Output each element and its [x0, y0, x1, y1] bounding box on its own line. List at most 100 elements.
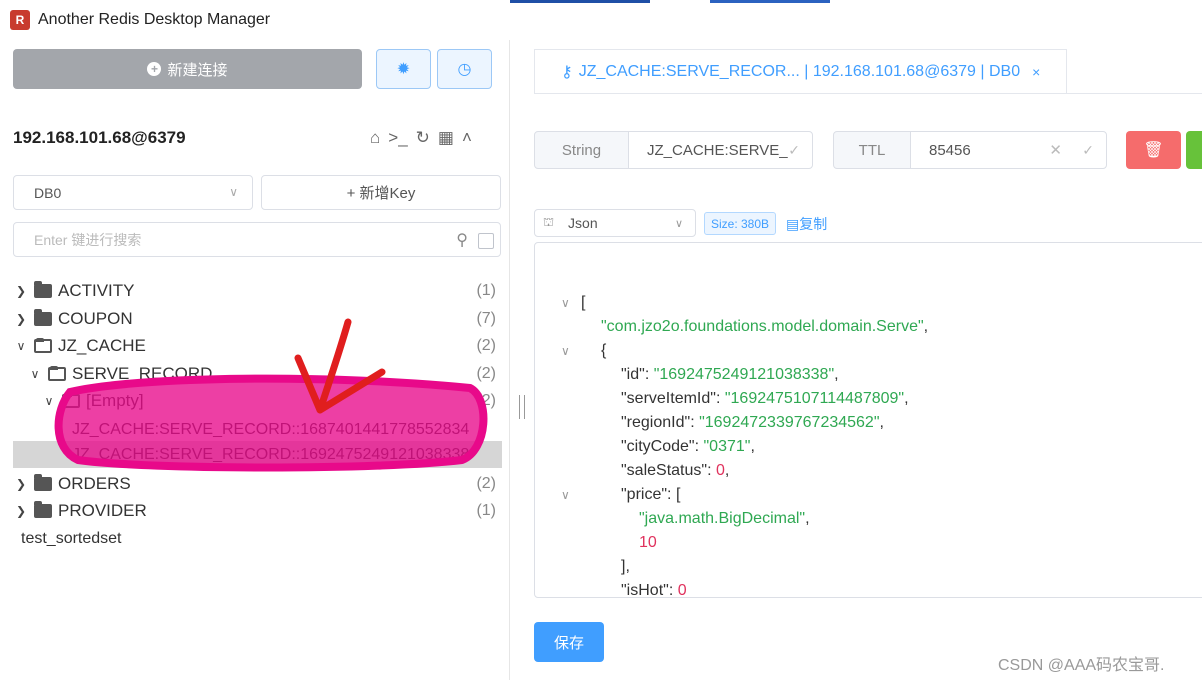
ttl-value: 85456	[929, 141, 971, 159]
db-select[interactable]: DB0 ∨	[13, 175, 253, 210]
tree-count: (1)	[476, 501, 496, 519]
save-button[interactable]: 保存	[534, 622, 604, 662]
tab-label: JZ_CACHE:SERVE_RECOR... | 192.168.101.68…	[578, 63, 1021, 80]
ttl-label: TTL	[833, 131, 911, 169]
code-line: "saleStatus": 0,	[621, 462, 730, 479]
sitemap-icon: ⛫	[543, 215, 555, 229]
code-line: "id": "1692475249121038338",	[621, 366, 839, 383]
ttl-input[interactable]: 85456 ✕ ✓	[910, 131, 1107, 169]
exact-search-checkbox[interactable]	[478, 233, 494, 249]
clear-icon[interactable]: ✕	[1049, 141, 1062, 159]
watermark: CSDN @AAA码农宝哥.	[998, 657, 1165, 674]
new-connection-button[interactable]: + 新建连接	[13, 49, 362, 89]
folder-icon	[34, 473, 52, 491]
background-strip	[510, 0, 650, 3]
code-line: ∨ "price": [	[561, 483, 680, 507]
refresh-icon[interactable]: ↻	[416, 128, 430, 148]
check-icon[interactable]: ✓	[1082, 142, 1094, 159]
tab-key-detail[interactable]: ⚷ JZ_CACHE:SERVE_RECOR... | 192.168.101.…	[534, 49, 1067, 94]
tree-label: JZ_CACHE	[58, 335, 146, 355]
tree-label: JZ_CACHE:SERVE_RECORD::16924752491210383…	[72, 445, 470, 463]
folder-open-icon	[34, 337, 52, 353]
app-logo-icon: R	[10, 10, 30, 30]
tree-folder-jz-cache[interactable]: ∨ JZ_CACHE (2)	[0, 332, 502, 359]
format-select[interactable]: ⛫ Json ∨	[534, 209, 696, 237]
code-line: "com.jzo2o.foundations.model.domain.Serv…	[601, 318, 929, 335]
code-line: "isHot": 0	[621, 582, 687, 598]
sidebar: + 新建连接 ✹ ◷ 192.168.101.68@6379 ⌂ >_ ↻ ▦ …	[0, 40, 510, 680]
tree-folder-serve-record[interactable]: ∨ SERVE_RECORD (2)	[0, 360, 502, 387]
tree-folder-coupon[interactable]: ❯ COUPON (7)	[0, 305, 502, 332]
connection-name[interactable]: 192.168.101.68@6379	[13, 128, 186, 148]
key-name-input[interactable]: JZ_CACHE:SERVE_ ✓	[628, 131, 813, 169]
home-icon[interactable]: ⌂	[370, 128, 380, 148]
delete-key-button[interactable]: 🗑	[1126, 131, 1181, 169]
chevron-down-icon: ∨	[16, 338, 26, 353]
folder-open-icon	[48, 365, 66, 381]
fold-icon[interactable]: ∨	[561, 291, 570, 315]
history-button[interactable]: ◷	[437, 49, 492, 89]
grid-icon[interactable]: ▦	[438, 128, 454, 148]
chevron-right-icon: ❯	[15, 283, 27, 298]
code-line: "cityCode": "0371",	[621, 438, 755, 455]
key-name-value: JZ_CACHE:SERVE_	[647, 141, 788, 159]
title-bar: R Another Redis Desktop Manager	[0, 0, 1202, 40]
refresh-key-button[interactable]	[1186, 131, 1202, 169]
chevron-down-icon: ∨	[30, 366, 40, 381]
check-icon[interactable]: ✓	[788, 142, 800, 159]
code-line: ∨ {	[561, 339, 606, 363]
new-connection-label: 新建连接	[167, 61, 228, 79]
key-search-input[interactable]: Enter 键进行搜索 ⚲	[13, 222, 501, 257]
tree-label: test_sortedset	[21, 529, 122, 547]
copy-label: 复制	[799, 216, 828, 232]
chevron-right-icon: ❯	[15, 311, 27, 326]
key-icon: ⚷	[561, 64, 573, 81]
code-line: ],	[621, 558, 630, 575]
plus-circle-icon: +	[147, 62, 162, 76]
tree-folder-empty[interactable]: ∨ [Empty] (2)	[0, 387, 502, 414]
tab-divider	[534, 93, 1202, 94]
json-editor[interactable]: ∨ [ "com.jzo2o.foundations.model.domain.…	[534, 242, 1202, 598]
chevron-down-icon: ∨	[229, 185, 238, 199]
folder-icon	[34, 308, 52, 326]
close-icon[interactable]: ×	[1032, 64, 1040, 80]
search-placeholder: Enter 键进行搜索	[34, 231, 142, 248]
tree-folder-provider[interactable]: ❯ PROVIDER (1)	[0, 497, 502, 524]
code-line: ∨ [	[561, 291, 585, 315]
tree-label: COUPON	[58, 308, 133, 328]
terminal-icon[interactable]: >_	[388, 128, 407, 148]
search-icon[interactable]: ⚲	[456, 230, 468, 250]
tree-key-item-selected[interactable]: JZ_CACHE:SERVE_RECORD::16924752491210383…	[13, 441, 502, 468]
chevron-right-icon: ❯	[15, 476, 27, 491]
copy-button[interactable]: ▤复制	[786, 214, 827, 234]
connection-toolbar: ⌂ >_ ↻ ▦ ˄	[370, 128, 472, 148]
settings-button[interactable]: ✹	[376, 49, 431, 89]
fold-icon[interactable]: ∨	[561, 483, 570, 507]
gear-icon: ✹	[396, 61, 411, 78]
chevron-right-icon: ❯	[15, 503, 27, 518]
code-line: 10	[639, 534, 657, 551]
trash-icon: 🗑	[1143, 142, 1164, 159]
chevron-up-icon[interactable]: ˄	[462, 128, 472, 148]
tree-key-test-sortedset[interactable]: test_sortedset	[0, 525, 502, 552]
fold-icon[interactable]: ∨	[561, 339, 570, 363]
db-select-value: DB0	[34, 184, 62, 201]
tree-label: [Empty]	[86, 390, 144, 410]
tree-folder-orders[interactable]: ❯ ORDERS (2)	[0, 470, 502, 497]
tree-count: (2)	[476, 474, 496, 492]
size-badge: Size: 380B	[704, 212, 776, 235]
background-strip	[710, 0, 830, 3]
panel-splitter[interactable]	[519, 395, 525, 419]
chevron-down-icon: ∨	[44, 393, 54, 408]
window-title: Another Redis Desktop Manager	[38, 11, 271, 28]
tree-count: (2)	[476, 336, 496, 354]
tree-label: SERVE_RECORD	[72, 363, 213, 383]
clock-icon: ◷	[457, 61, 472, 78]
tree-label: JZ_CACHE:SERVE_RECORD::16874014417785528…	[72, 420, 470, 438]
key-type-label: String	[534, 131, 629, 169]
add-key-button[interactable]: + 新增Key	[261, 175, 501, 210]
tree-folder-activity[interactable]: ❯ ACTIVITY (1)	[0, 277, 502, 304]
copy-icon: ▤	[786, 216, 800, 232]
tree-label: ORDERS	[58, 473, 131, 493]
tree-key-item[interactable]: JZ_CACHE:SERVE_RECORD::16874014417785528…	[0, 416, 502, 443]
